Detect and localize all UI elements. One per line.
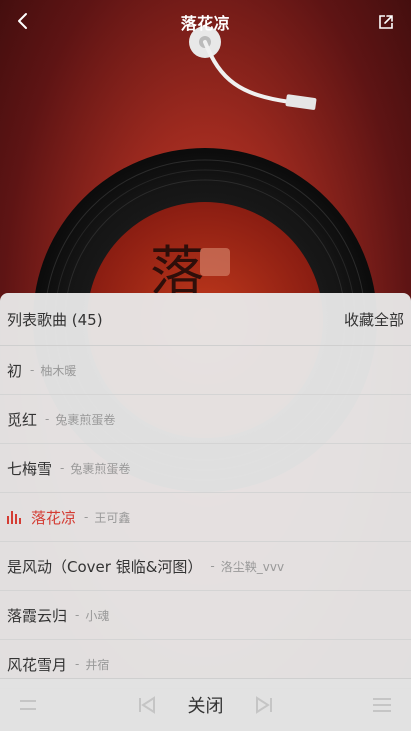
top-bar: 落花凉 xyxy=(0,0,411,44)
song-artist: 小魂 xyxy=(85,608,110,623)
song-row[interactable]: 七梅雪 - 兔裹煎蛋卷 xyxy=(0,444,411,493)
song-artist: 柚木暖 xyxy=(40,363,77,378)
song-separator: - xyxy=(84,510,89,524)
song-name: 落霞云归 xyxy=(7,606,68,625)
equalizer-icon xyxy=(7,510,23,524)
song-row[interactable]: 落霞云归 - 小魂 xyxy=(0,591,411,640)
song-name: 初 xyxy=(7,361,23,380)
page-title: 落花凉 xyxy=(180,14,231,33)
song-name: 落花凉 xyxy=(31,508,77,527)
song-name: 七梅雪 xyxy=(7,459,53,478)
song-row[interactable]: 初 - 柚木暖 xyxy=(0,346,411,395)
song-separator: - xyxy=(30,363,35,377)
share-icon xyxy=(379,15,393,29)
song-row-now-playing[interactable]: 落花凉 - 王可鑫 xyxy=(0,493,411,542)
song-artist: 兔裹煎蛋卷 xyxy=(70,461,131,476)
song-artist: 井宿 xyxy=(85,657,110,672)
song-row[interactable]: 觅红 - 兔裹煎蛋卷 xyxy=(0,395,411,444)
song-artist: 兔裹煎蛋卷 xyxy=(55,412,116,427)
song-name: 觅红 xyxy=(7,410,38,429)
playlist-header: 列表歌曲 (45) 收藏全部 xyxy=(0,293,411,346)
song-separator: - xyxy=(210,559,215,573)
close-button[interactable]: 关闭 xyxy=(188,692,224,718)
collect-all-button[interactable]: 收藏全部 xyxy=(344,309,404,330)
chevron-left-icon xyxy=(18,13,27,29)
song-row[interactable]: 是风动（Cover 银临&河图） - 洛尘鞅_vvv xyxy=(0,542,411,591)
song-separator: - xyxy=(45,412,50,426)
playlist-sheet: 列表歌曲 (45) 收藏全部 初 - 柚木暖 觅红 - 兔裹煎蛋卷 七梅雪 - … xyxy=(0,293,411,731)
song-separator: - xyxy=(75,657,80,671)
song-separator: - xyxy=(75,608,80,622)
song-name: 风花雪月 xyxy=(7,655,68,674)
song-separator: - xyxy=(60,461,65,475)
song-artist: 王可鑫 xyxy=(94,510,131,525)
song-name: 是风动（Cover 银临&河图） xyxy=(7,557,203,576)
playlist-title: 列表歌曲 (45) xyxy=(7,310,103,329)
close-bar[interactable]: 关闭 xyxy=(0,678,411,731)
back-button[interactable] xyxy=(10,8,36,34)
song-list: 初 - 柚木暖 觅红 - 兔裹煎蛋卷 七梅雪 - 兔裹煎蛋卷 落花凉 - 王可鑫… xyxy=(0,346,411,689)
share-button[interactable] xyxy=(373,9,399,35)
song-artist: 洛尘鞅_vvv xyxy=(220,559,285,574)
